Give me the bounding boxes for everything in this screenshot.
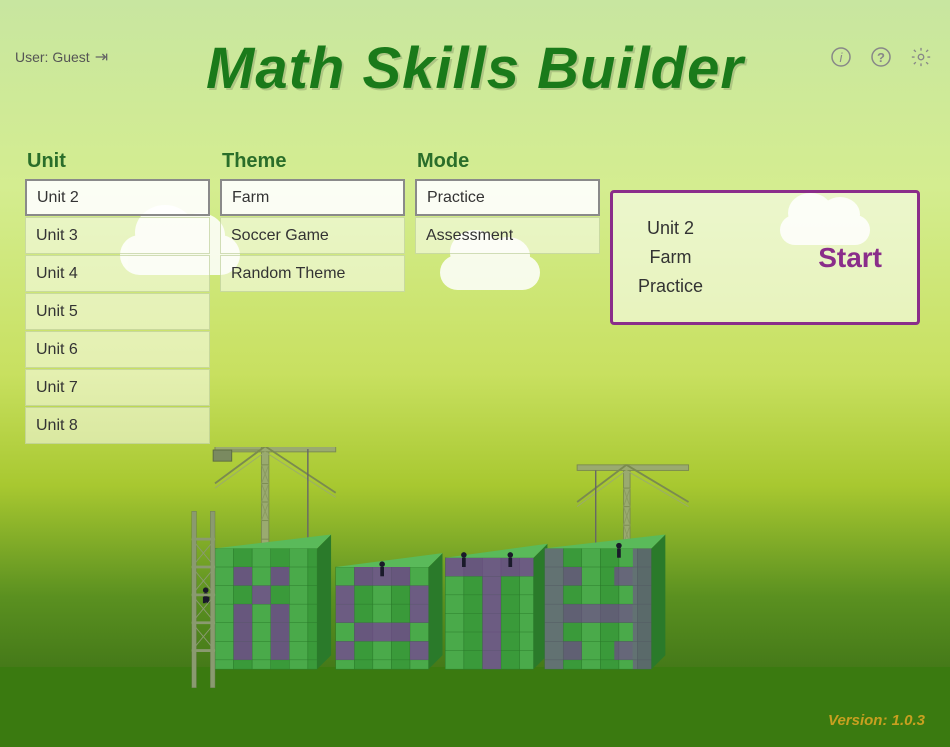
unit-column: Unit Unit 2 Unit 3 Unit 4 Unit 5 Unit 6 … <box>25 150 210 445</box>
start-info-theme: Farm <box>650 245 692 270</box>
svg-text:i: i <box>840 50 844 65</box>
top-bar: User: Guest ⇥ i ? <box>0 43 950 71</box>
unit-item-3[interactable]: Unit 3 <box>25 217 210 254</box>
theme-item-soccer[interactable]: Soccer Game <box>220 217 405 254</box>
user-label: User: Guest <box>15 49 90 65</box>
letter-A <box>336 553 443 669</box>
top-icons: i ? <box>827 43 935 71</box>
letter-M <box>215 535 331 670</box>
svg-text:?: ? <box>877 50 885 65</box>
letter-T <box>445 544 547 669</box>
mode-column: Mode Practice Assessment <box>415 150 600 445</box>
user-info: User: Guest ⇥ <box>15 47 108 67</box>
mode-header: Mode <box>415 150 600 173</box>
info-icon[interactable]: i <box>827 43 855 71</box>
unit-item-4[interactable]: Unit 4 <box>25 255 210 292</box>
logout-icon[interactable]: ⇥ <box>95 47 108 67</box>
theme-column: Theme Farm Soccer Game Random Theme <box>220 150 405 445</box>
theme-header: Theme <box>220 150 405 173</box>
start-info-unit: Unit 2 <box>647 216 694 241</box>
start-button[interactable]: Start <box>808 237 892 279</box>
selection-area: Unit Unit 2 Unit 3 Unit 4 Unit 5 Unit 6 … <box>25 150 610 445</box>
math-scene <box>0 447 950 747</box>
unit-item-5[interactable]: Unit 5 <box>25 293 210 330</box>
mode-item-assessment[interactable]: Assessment <box>415 217 600 254</box>
unit-item-6[interactable]: Unit 6 <box>25 331 210 368</box>
version-text: Version: 1.0.3 <box>828 712 925 729</box>
mode-item-practice[interactable]: Practice <box>415 179 600 216</box>
letter-H <box>545 535 666 670</box>
unit-item-8[interactable]: Unit 8 <box>25 407 210 444</box>
theme-item-farm[interactable]: Farm <box>220 179 405 216</box>
theme-item-random[interactable]: Random Theme <box>220 255 405 292</box>
start-info: Unit 2 Farm Practice <box>638 216 703 300</box>
unit-header: Unit <box>25 150 210 173</box>
start-info-mode: Practice <box>638 274 703 299</box>
start-panel: Unit 2 Farm Practice Start <box>610 190 920 325</box>
help-icon[interactable]: ? <box>867 43 895 71</box>
unit-item-7[interactable]: Unit 7 <box>25 369 210 406</box>
math-illustration <box>175 447 775 697</box>
settings-icon[interactable] <box>907 43 935 71</box>
unit-item-2[interactable]: Unit 2 <box>25 179 210 216</box>
